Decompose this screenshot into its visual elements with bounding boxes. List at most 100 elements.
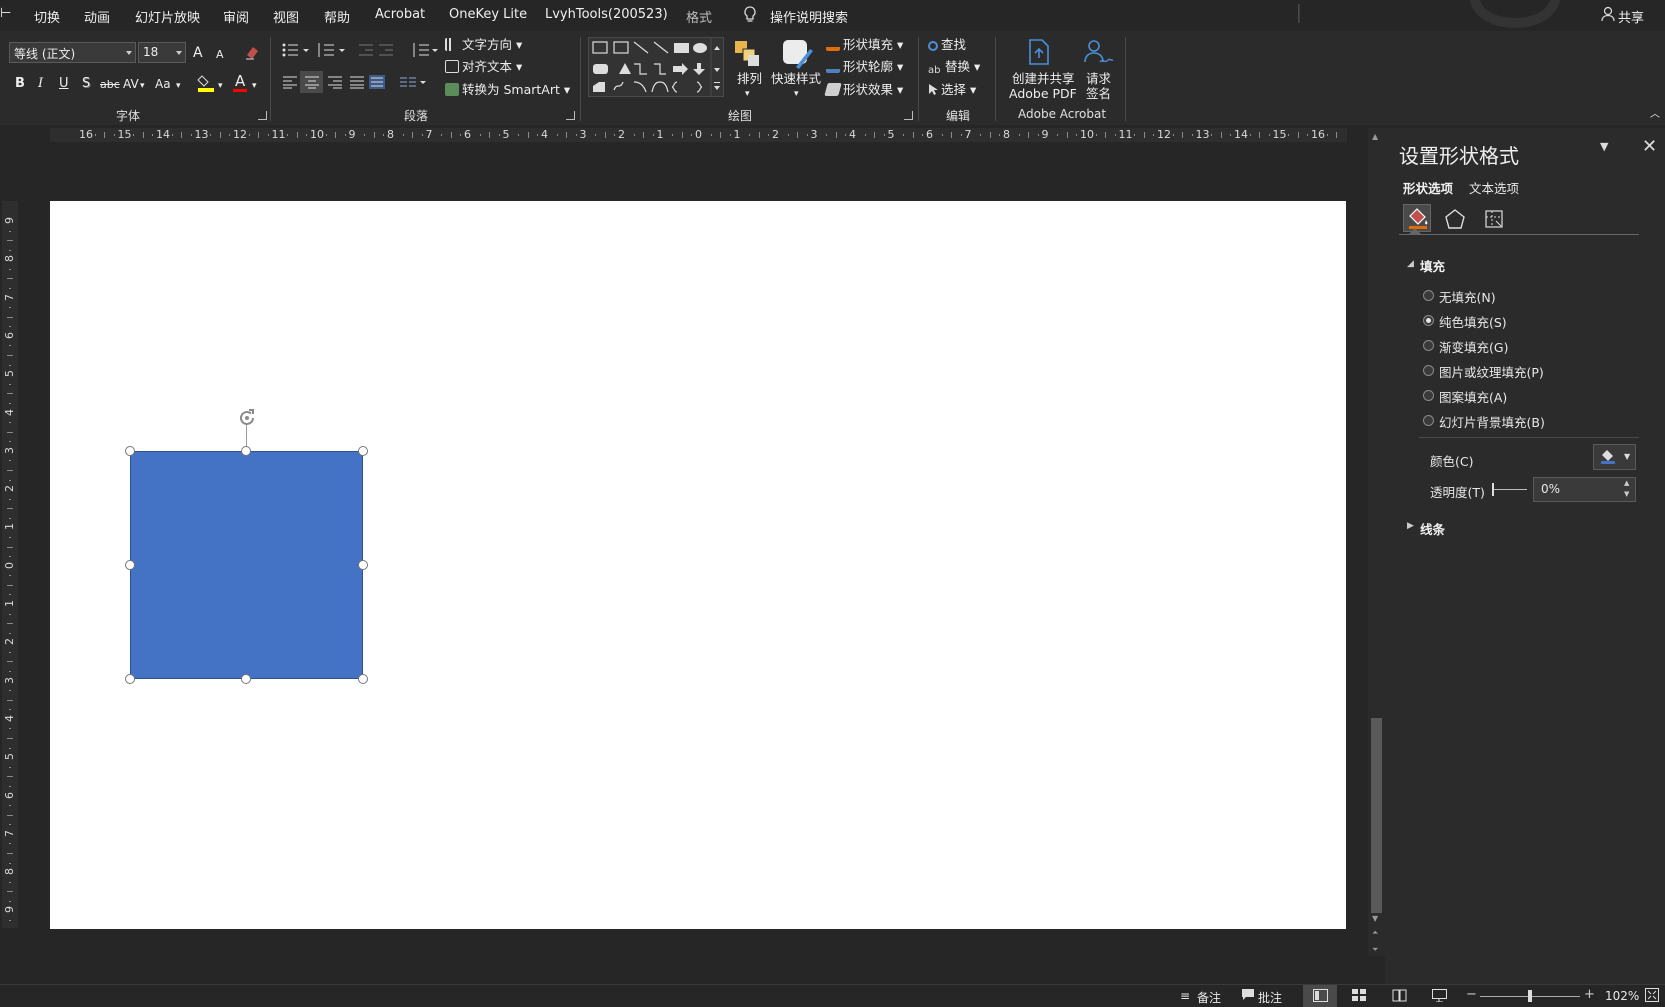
prev-slide-icon[interactable]: ⏶ — [1372, 928, 1378, 938]
font-color-button[interactable]: A — [235, 73, 245, 89]
font-name-combo[interactable]: 等线 (正文) — [9, 42, 136, 63]
tab-view[interactable]: 视图 — [273, 7, 299, 26]
no-fill-radio[interactable] — [1423, 290, 1434, 301]
zoom-level[interactable]: 102% — [1605, 989, 1639, 1003]
quick-styles-caret-icon[interactable]: ▾ — [794, 86, 799, 102]
spin-down-icon[interactable]: ▼ — [1624, 490, 1629, 498]
arrange-icon[interactable] — [733, 39, 761, 74]
pattern-fill-label[interactable]: 图案填充(A) — [1439, 387, 1507, 406]
request-signature-line1[interactable]: 请求 — [1086, 71, 1111, 87]
char-spacing-caret-icon[interactable]: ▾ — [140, 78, 145, 94]
fit-to-window-icon[interactable] — [1645, 988, 1659, 1006]
slideshow-icon[interactable] — [1432, 989, 1447, 1006]
comments-button[interactable]: 批注 — [1258, 989, 1282, 1006]
scroll-down-icon[interactable]: ▼ — [1372, 914, 1378, 923]
replace-button[interactable]: ab 替换 ▾ — [928, 59, 980, 76]
columns-icon[interactable] — [399, 75, 427, 94]
effects-pentagon-icon[interactable] — [1444, 208, 1466, 234]
create-share-pdf-line2[interactable]: Adobe PDF — [1009, 86, 1077, 102]
align-center-icon[interactable] — [304, 75, 320, 94]
align-right-icon[interactable] — [327, 75, 343, 94]
slide-canvas[interactable] — [50, 201, 1346, 929]
font-dialog-launcher-icon[interactable] — [258, 111, 267, 120]
rotate-handle-icon[interactable] — [236, 407, 258, 433]
scrollbar-thumb[interactable] — [1371, 718, 1382, 913]
highlight-caret-icon[interactable]: ▾ — [218, 78, 223, 94]
fill-section-collapse-icon[interactable]: ◢ — [1407, 259, 1414, 269]
gradient-fill-label[interactable]: 渐变填充(G) — [1439, 337, 1508, 356]
resize-handle-bottom-left[interactable] — [125, 674, 135, 684]
tab-shape-options[interactable]: 形状选项 — [1403, 178, 1453, 197]
tab-help[interactable]: 帮助 — [324, 7, 350, 26]
tell-me-search[interactable]: 操作说明搜索 — [770, 7, 848, 26]
align-text-button[interactable]: 对齐文本 ▾ — [445, 59, 522, 75]
align-left-icon[interactable] — [282, 75, 298, 94]
picture-fill-label[interactable]: 图片或纹理填充(P) — [1439, 362, 1544, 381]
italic-button[interactable]: I — [38, 76, 43, 92]
shape-effects-button[interactable]: 形状效果 ▾ — [824, 82, 903, 98]
char-spacing-button[interactable]: AV — [123, 76, 139, 92]
decrease-indent-icon[interactable] — [357, 42, 397, 63]
slide-sorter-icon[interactable] — [1352, 989, 1367, 1006]
slide-bg-fill-label[interactable]: 幻灯片背景填充(B) — [1439, 412, 1545, 431]
resize-handle-top-left[interactable] — [125, 446, 135, 456]
drawing-dialog-launcher-icon[interactable] — [904, 111, 913, 120]
convert-smartart-button[interactable]: 转换为 SmartArt ▾ — [445, 82, 570, 98]
bold-button[interactable]: B — [15, 76, 25, 92]
clear-format-icon[interactable] — [244, 44, 260, 65]
close-pane-icon[interactable]: ✕ — [1642, 136, 1657, 157]
selected-rectangle-shape[interactable] — [130, 451, 363, 679]
bullets-icon[interactable] — [282, 42, 310, 63]
change-case-caret-icon[interactable]: ▾ — [176, 78, 181, 94]
request-signature-line2[interactable]: 签名 — [1086, 86, 1111, 102]
transparency-slider-thumb[interactable] — [1492, 483, 1494, 496]
quick-styles-button[interactable]: 快速样式 — [771, 71, 821, 87]
tab-transitions[interactable]: 切换 — [34, 7, 60, 26]
tab-acrobat[interactable]: Acrobat — [375, 7, 425, 22]
tab-review[interactable]: 审阅 — [223, 7, 249, 26]
solid-fill-radio[interactable] — [1423, 315, 1434, 326]
resize-handle-left[interactable] — [125, 560, 135, 570]
pane-options-caret-icon[interactable]: ▼ — [1600, 140, 1608, 153]
resize-handle-bottom[interactable] — [241, 674, 251, 684]
arrange-button[interactable]: 排列 — [737, 71, 762, 87]
zoom-in-icon[interactable]: + — [1584, 987, 1595, 1002]
line-spacing-icon[interactable] — [411, 42, 439, 63]
zoom-out-icon[interactable]: − — [1466, 987, 1477, 1002]
quick-styles-icon[interactable] — [782, 37, 814, 74]
tab-lvyhtools[interactable]: LvyhTools(200523) — [545, 7, 668, 22]
underline-button[interactable]: U — [59, 76, 69, 92]
slide-bg-fill-radio[interactable] — [1423, 415, 1434, 426]
grow-font-button[interactable]: A — [193, 45, 203, 61]
person-icon[interactable] — [1600, 6, 1616, 26]
next-slide-icon[interactable]: ⏷ — [1372, 945, 1378, 955]
tab-onekey[interactable]: OneKey Lite — [449, 7, 527, 22]
font-color-caret-icon[interactable]: ▾ — [252, 78, 257, 94]
shrink-font-button[interactable]: A — [216, 47, 224, 63]
tab-format[interactable]: 格式 — [686, 7, 712, 26]
picture-fill-radio[interactable] — [1423, 365, 1434, 376]
request-signature-icon[interactable] — [1082, 38, 1114, 71]
find-button[interactable]: 查找 — [928, 37, 966, 53]
shape-fill-button[interactable]: 形状填充 ▾ — [826, 37, 903, 53]
share-button[interactable]: 共享 — [1618, 7, 1644, 26]
tab-slideshow[interactable]: 幻灯片放映 — [135, 7, 200, 26]
shapes-gallery[interactable] — [588, 37, 724, 97]
resize-handle-right[interactable] — [358, 560, 368, 570]
fill-section-header[interactable]: 填充 — [1420, 256, 1445, 275]
numbering-icon[interactable] — [318, 42, 346, 63]
text-direction-button[interactable]: 文字方向 ▾ — [445, 37, 522, 53]
scroll-up-icon[interactable]: ▲ — [1372, 132, 1378, 141]
resize-handle-bottom-right[interactable] — [358, 674, 368, 684]
distributed-icon[interactable] — [369, 75, 385, 94]
pdf-share-icon[interactable] — [1026, 38, 1052, 71]
tab-text-options[interactable]: 文本选项 — [1469, 178, 1519, 197]
no-fill-label[interactable]: 无填充(N) — [1439, 287, 1496, 306]
line-section-expand-icon[interactable]: ▶ — [1407, 521, 1414, 531]
tab-animations[interactable]: 动画 — [84, 7, 110, 26]
vertical-scrollbar[interactable]: ▲ ▼ ⏶ ⏷ — [1368, 128, 1385, 956]
zoom-slider-thumb[interactable] — [1528, 990, 1532, 1002]
vertical-ruler[interactable]: 9 8 7 6 5 4 3 2 1 0 1 2 3 4 5 6 7 8 9 — [2, 201, 18, 928]
strikethrough-button[interactable]: abc — [100, 77, 120, 93]
pattern-fill-radio[interactable] — [1423, 390, 1434, 401]
